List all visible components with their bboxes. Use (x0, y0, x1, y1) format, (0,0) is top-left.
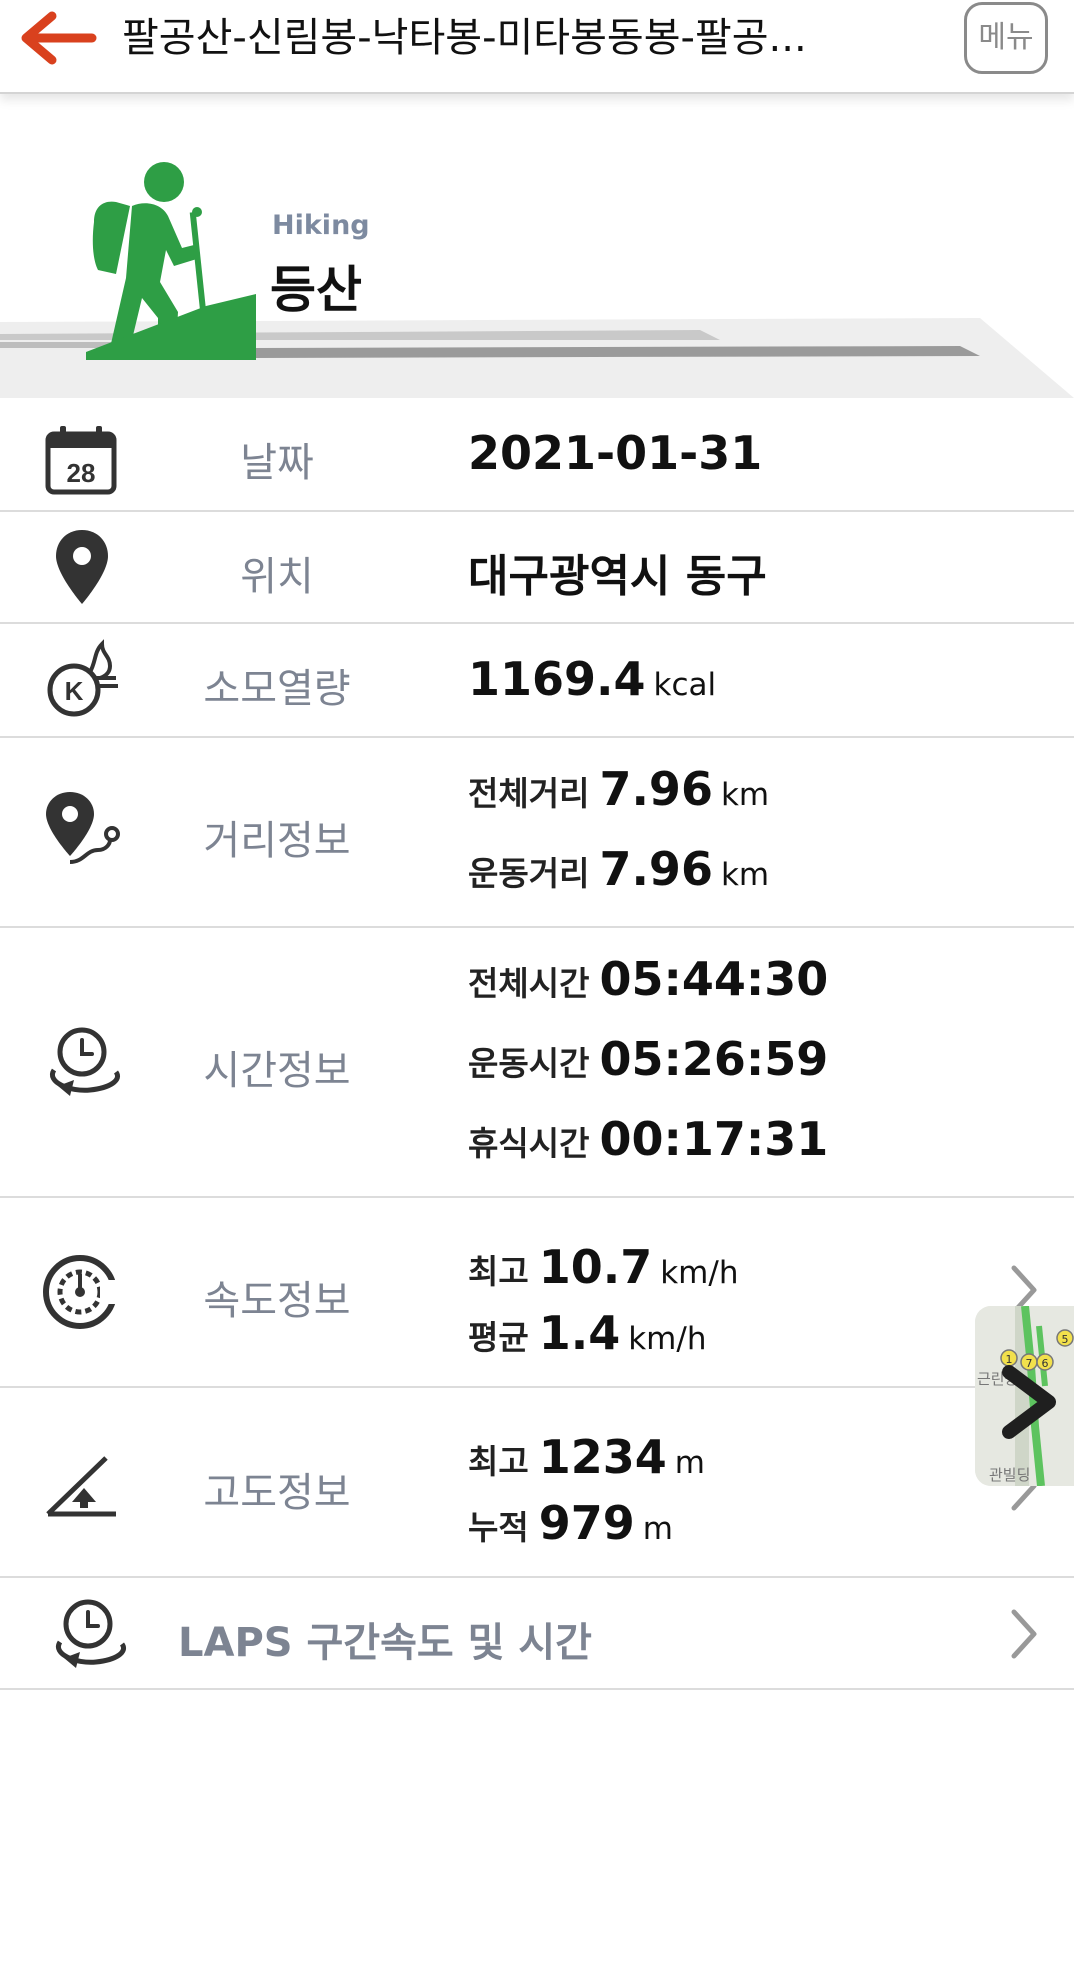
chevron-right-icon[interactable] (1004, 1604, 1044, 1664)
altitude-icon (46, 1456, 116, 1517)
svg-text:5: 5 (1062, 1333, 1069, 1346)
svg-text:28: 28 (67, 458, 96, 488)
top-bar: 팔공산-신림봉-낙타봉-미타봉동봉-팔공... 메뉴 (0, 0, 1074, 94)
location-label: 위치 (240, 554, 314, 600)
svg-text:K: K (65, 676, 84, 706)
map-thumbnail[interactable]: 근린공 관빌딩 1 7 6 5 (975, 1306, 1074, 1486)
rest-time-label: 휴식시간 (468, 1124, 590, 1163)
laps-clock-icon (56, 1599, 126, 1668)
rest-time-value: 00:17:31 (599, 1112, 829, 1166)
activity-name-ko: 등산 (270, 261, 362, 319)
cum-altitude-label: 누적 (468, 1508, 529, 1547)
moving-distance-unit: km (720, 857, 770, 893)
total-distance-line: 전체거리 7.96 km (468, 762, 769, 816)
location-value: 대구광역시 동구 (468, 551, 767, 602)
max-altitude-value: 1234 (538, 1430, 667, 1484)
moving-time-value: 05:26:59 (599, 1032, 829, 1086)
activity-name-en: Hiking (272, 210, 370, 241)
moving-time-label: 운동시간 (468, 1044, 590, 1083)
max-altitude-line: 최고 1234 m (468, 1430, 705, 1484)
time-label: 시간정보 (203, 1048, 351, 1094)
calorie-burn-icon: K (47, 639, 118, 717)
moving-distance-label: 운동거리 (468, 854, 590, 893)
speedometer-icon (43, 1255, 120, 1329)
laps-row[interactable]: LAPS 구간속도 및 시간 (0, 1578, 1074, 1690)
menu-button[interactable]: 메뉴 (964, 2, 1048, 74)
total-time-value: 05:44:30 (599, 952, 829, 1006)
altitude-label: 고도정보 (203, 1470, 351, 1516)
speed-label: 속도정보 (203, 1278, 351, 1324)
calories-label: 소모열량 (203, 666, 351, 712)
svg-text:1: 1 (1006, 1353, 1013, 1366)
cum-altitude-value: 979 (538, 1496, 635, 1550)
back-button[interactable] (16, 8, 100, 68)
altitude-row[interactable]: 고도정보 최고 1234 m 누적 979 m (0, 1388, 1074, 1578)
moving-time-line: 운동시간 05:26:59 (468, 1032, 828, 1086)
max-altitude-unit: m (674, 1445, 705, 1481)
max-altitude-label: 최고 (468, 1442, 529, 1481)
date-label: 날짜 (240, 440, 314, 486)
time-row: 시간정보 전체시간 05:44:30 운동시간 05:26:59 휴식시간 00:17… (0, 928, 1074, 1198)
total-distance-label: 전체거리 (468, 774, 590, 813)
cum-altitude-line: 누적 979 m (468, 1496, 673, 1550)
max-speed-unit: km/h (660, 1255, 739, 1291)
calories-row: K 소모열량 1169.4 kcal (0, 624, 1074, 738)
total-distance-unit: km (720, 777, 770, 813)
location-pin-icon (56, 530, 108, 604)
svg-text:6: 6 (1042, 1357, 1049, 1370)
distance-row: 거리정보 전체거리 7.96 km 운동거리 7.96 km (0, 738, 1074, 928)
max-speed-value: 10.7 (538, 1240, 653, 1294)
activity-banner: Hiking 등산 (0, 96, 1074, 398)
date-value: 2021-01-31 (468, 426, 763, 480)
max-speed-line: 최고 10.7 km/h (468, 1240, 738, 1294)
rest-time-line: 휴식시간 00:17:31 (468, 1112, 828, 1166)
calendar-icon: 28 (45, 426, 117, 495)
laps-label: LAPS 구간속도 및 시간 (178, 1620, 592, 1666)
date-row: 28 날짜 2021-01-31 (0, 398, 1074, 512)
total-distance-value: 7.96 (599, 762, 713, 816)
avg-speed-unit: km/h (628, 1321, 707, 1357)
avg-speed-line: 평균 1.4 km/h (468, 1306, 706, 1360)
avg-speed-value: 1.4 (538, 1306, 621, 1360)
calories-unit: kcal (653, 667, 717, 703)
svg-text:관빌딩: 관빌딩 (989, 1466, 1030, 1484)
total-time-label: 전체시간 (468, 964, 590, 1003)
back-arrow-icon (21, 11, 97, 65)
moving-distance-line: 운동거리 7.96 km (468, 842, 769, 896)
distance-label: 거리정보 (203, 818, 351, 864)
cum-altitude-unit: m (642, 1511, 673, 1547)
map-preview: 근린공 관빌딩 1 7 6 5 (975, 1306, 1074, 1486)
calories-value-group: 1169.4 kcal (468, 652, 716, 706)
max-speed-label: 최고 (468, 1252, 529, 1291)
calories-value: 1169.4 (468, 652, 646, 706)
time-clock-icon (50, 1027, 120, 1096)
avg-speed-label: 평균 (468, 1318, 529, 1357)
total-time-line: 전체시간 05:44:30 (468, 952, 828, 1006)
hiking-icon (86, 162, 256, 360)
route-distance-icon (46, 792, 120, 864)
speed-row[interactable]: 속도정보 최고 10.7 km/h 평균 1.4 km/h (0, 1198, 1074, 1388)
svg-text:7: 7 (1026, 1357, 1033, 1370)
moving-distance-value: 7.96 (599, 842, 713, 896)
location-row: 위치 대구광역시 동구 (0, 512, 1074, 624)
page-title: 팔공산-신림봉-낙타봉-미타봉동봉-팔공... (122, 15, 807, 61)
